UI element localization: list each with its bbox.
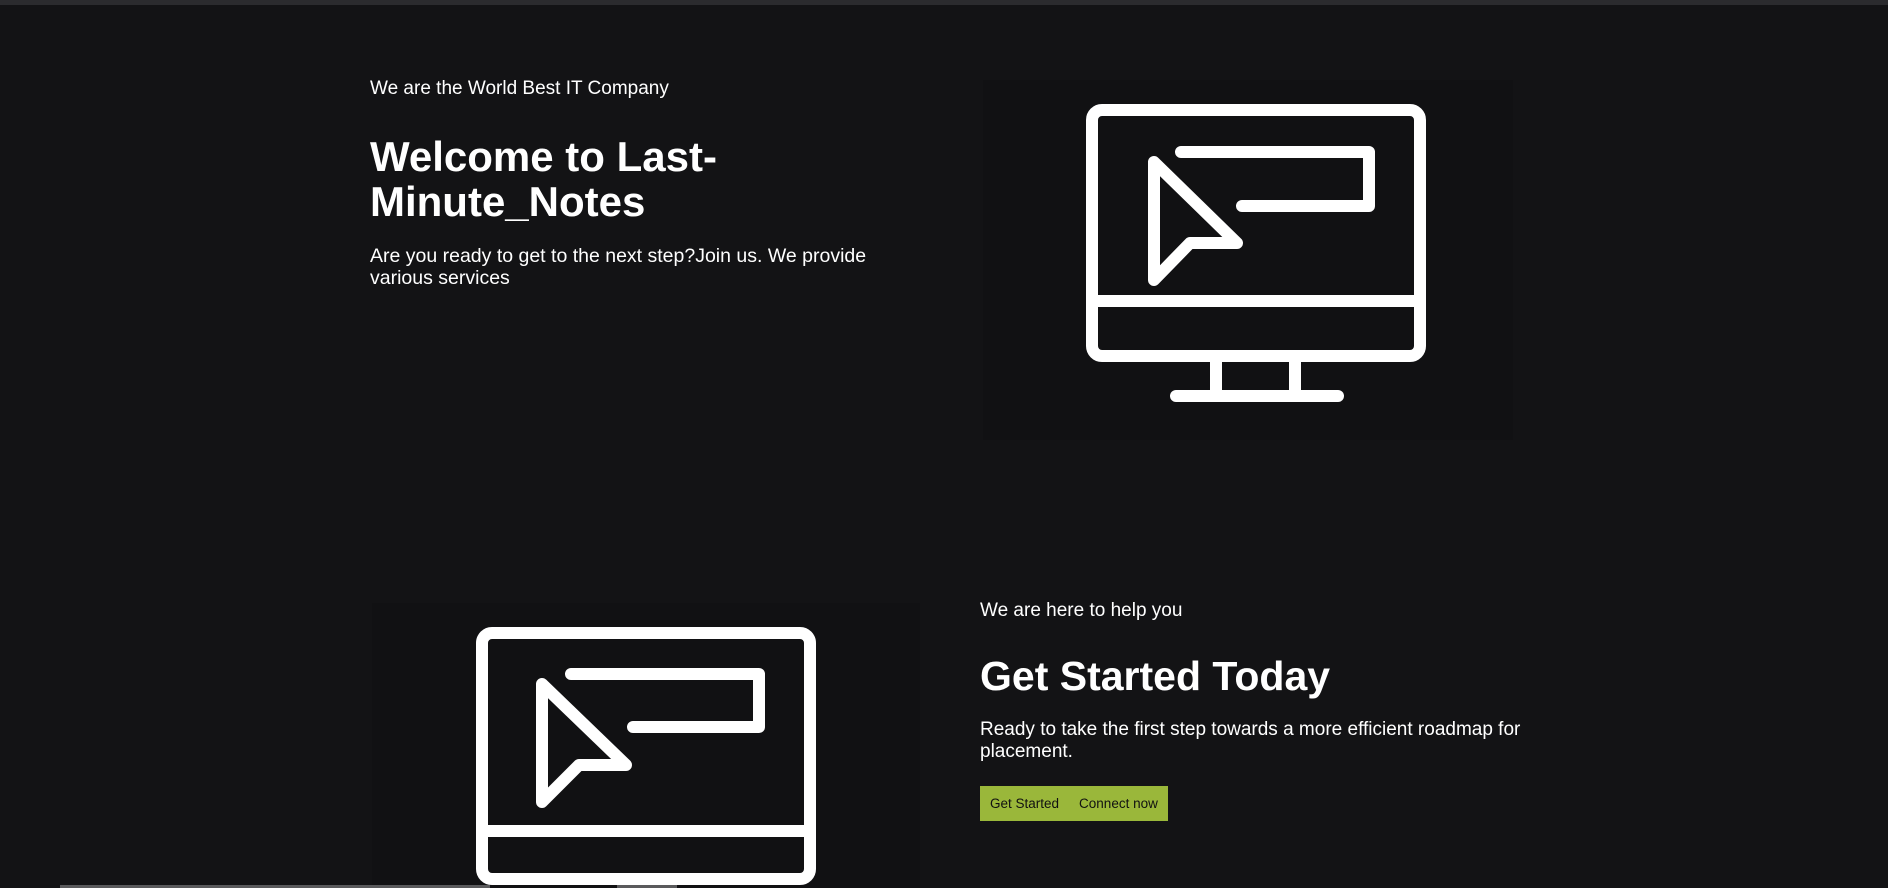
hero-description: Are you ready to get to the next step?Jo…: [370, 245, 867, 289]
monitor-cursor-icon: [1086, 104, 1426, 402]
hero-illustration: [983, 80, 1513, 440]
get-started-button[interactable]: Get Started: [980, 786, 1070, 821]
cta-title: Get Started Today: [980, 653, 1331, 699]
cta-description: Ready to take the first step towards a m…: [980, 719, 1521, 762]
cta-button-group: Get Started Connect now: [980, 786, 1580, 821]
hero-title: Welcome to Last-Minute_Notes: [370, 133, 717, 225]
hero-tagline: We are the World Best IT Company: [370, 78, 669, 99]
cta-illustration: [372, 603, 920, 888]
cta-eyebrow: We are here to help you: [980, 600, 1183, 621]
monitor-cursor-icon: [476, 627, 816, 885]
landing-page: We are the World Best IT Company Welcome…: [0, 0, 1888, 888]
browser-top-edge: [0, 0, 1888, 5]
hero-text-block: We are the World Best IT Company Welcome…: [370, 77, 890, 289]
connect-now-button[interactable]: Connect now: [1069, 786, 1168, 821]
cta-text-block: We are here to help you Get Started Toda…: [980, 599, 1580, 821]
